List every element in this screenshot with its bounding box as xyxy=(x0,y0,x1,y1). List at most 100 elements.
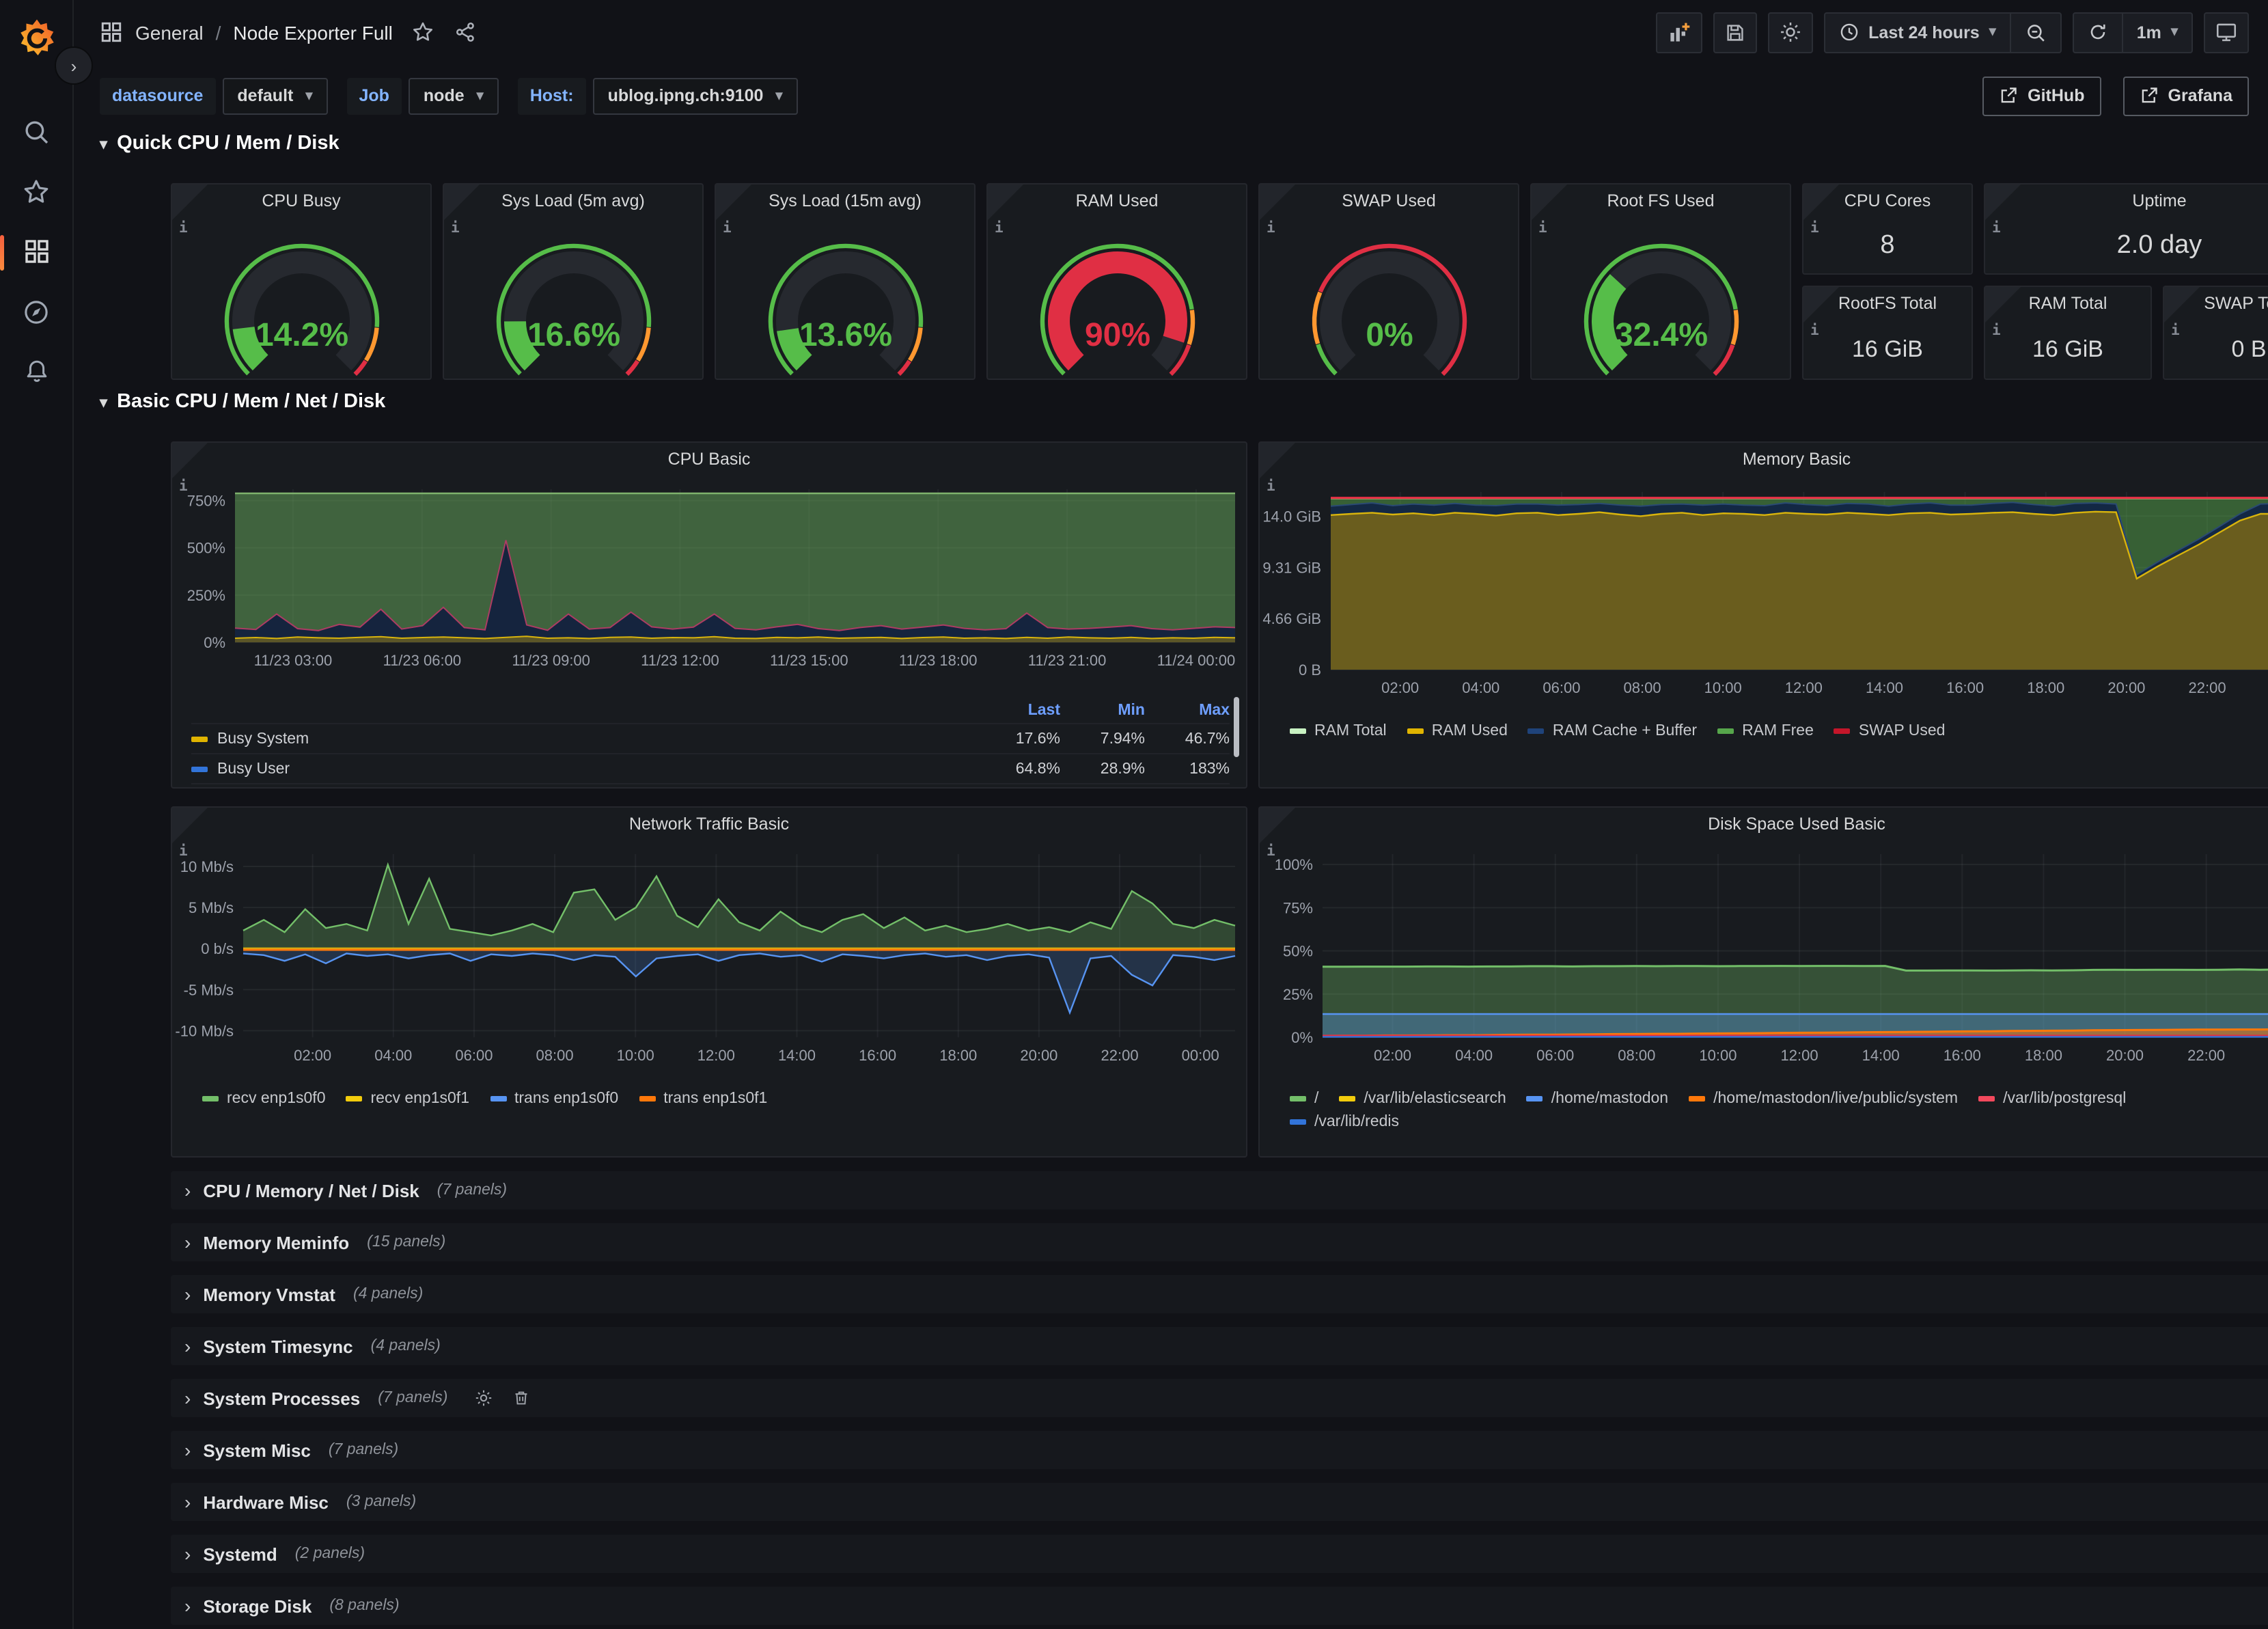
variable-value-dropdown[interactable]: node▾ xyxy=(409,77,499,114)
svg-text:08:00: 08:00 xyxy=(1618,1047,1655,1064)
github-link-button[interactable]: GitHub xyxy=(1982,76,2101,115)
legend-column-min[interactable]: Min xyxy=(1060,702,1145,718)
variable-value-dropdown[interactable]: default▾ xyxy=(222,77,327,114)
svg-text:25%: 25% xyxy=(1283,986,1313,1003)
chart-panel-disk-space-used-basic: iDisk Space Used Basic0%25%50%75%100%02:… xyxy=(1258,806,2268,1158)
breadcrumb-folder[interactable]: General xyxy=(135,21,204,43)
time-range-picker[interactable]: Last 24 hours ▾ xyxy=(1825,13,2010,51)
row-storage-disk[interactable]: ›Storage Disk(8 panels) xyxy=(171,1587,2268,1625)
panel-title[interactable]: RAM Used xyxy=(988,191,1246,210)
panel-title[interactable]: CPU Basic xyxy=(172,450,1246,469)
legend-series-name[interactable]: Busy User xyxy=(191,761,976,777)
svg-text:14:00: 14:00 xyxy=(778,1047,816,1064)
refresh-button[interactable] xyxy=(2074,13,2122,51)
sidebar-expand-button[interactable]: › xyxy=(55,46,93,85)
legend-item[interactable]: / xyxy=(1290,1091,1318,1107)
row-systemd[interactable]: ›Systemd(2 panels) xyxy=(171,1535,2268,1573)
legend-item[interactable]: /home/mastodon xyxy=(1527,1091,1668,1107)
panel-title[interactable]: Root FS Used xyxy=(1532,191,1790,210)
share-icon[interactable] xyxy=(454,20,478,44)
legend-item[interactable]: trans enp1s0f1 xyxy=(639,1091,767,1107)
row-system-misc[interactable]: ›System Misc(7 panels) xyxy=(171,1431,2268,1469)
panel-title[interactable]: SWAP Total xyxy=(2164,294,2268,313)
legend-item[interactable]: /var/lib/elasticsearch xyxy=(1339,1091,1506,1107)
chart-body: 0%25%50%75%100%02:0004:0006:0008:0010:00… xyxy=(1260,843,2268,1156)
panel-title[interactable]: RootFS Total xyxy=(1803,294,1972,313)
dashboard-settings-button[interactable] xyxy=(1767,12,1812,53)
panel-title[interactable]: CPU Cores xyxy=(1803,191,1972,210)
legend-item[interactable]: RAM Cache + Buffer xyxy=(1528,723,1697,739)
sidebar-item-search[interactable] xyxy=(0,101,72,161)
svg-text:11/23 03:00: 11/23 03:00 xyxy=(254,652,333,669)
svg-text:13.6%: 13.6% xyxy=(799,317,891,353)
stat-panel-rootfs-total: iRootFS Total16 GiB xyxy=(1802,286,1973,380)
row-memory-meminfo[interactable]: ›Memory Meminfo(15 panels) xyxy=(171,1223,2268,1261)
panel-title[interactable]: CPU Busy xyxy=(172,191,430,210)
refresh-icon xyxy=(2088,22,2108,42)
section-basic-cpu-mem-net-disk[interactable]: ▾ Basic CPU / Mem / Net / Disk xyxy=(100,391,385,413)
legend-item[interactable]: RAM Free xyxy=(1717,723,1814,739)
chart-panel-network-traffic-basic: iNetwork Traffic Basic-10 Mb/s-5 Mb/s0 b… xyxy=(171,806,1247,1158)
legend-item[interactable]: recv enp1s0f0 xyxy=(202,1091,326,1107)
legend-swatch xyxy=(1528,728,1545,734)
legend-value: 28.9% xyxy=(1060,761,1145,777)
sidebar-item-explore[interactable] xyxy=(0,282,72,342)
sidebar-item-alerting[interactable] xyxy=(0,342,72,402)
legend-column-max[interactable]: Max xyxy=(1145,702,1230,718)
legend-value: 183% xyxy=(1145,761,1230,777)
variable-current-value: node xyxy=(424,86,465,105)
row-system-timesync[interactable]: ›System Timesync(4 panels) xyxy=(171,1327,2268,1365)
legend-item[interactable]: /var/lib/postgresql xyxy=(1978,1091,2126,1107)
refresh-interval-picker[interactable]: 1m ▾ xyxy=(2122,13,2191,51)
row-delete-icon[interactable] xyxy=(512,1388,529,1408)
row-panel-count: (2 panels) xyxy=(295,1546,365,1562)
panel-title[interactable]: Disk Space Used Basic xyxy=(1260,814,2268,834)
tv-mode-button[interactable] xyxy=(2204,12,2249,53)
legend-item[interactable]: /home/mastodon/live/public/system xyxy=(1689,1091,1958,1107)
legend-column-last[interactable]: Last xyxy=(976,702,1060,718)
legend-item[interactable]: RAM Used xyxy=(1407,723,1508,739)
save-dashboard-button[interactable] xyxy=(1713,12,1756,53)
row-memory-vmstat[interactable]: ›Memory Vmstat(4 panels) xyxy=(171,1275,2268,1313)
sidebar-item-starred[interactable] xyxy=(0,161,72,221)
panel-title[interactable]: Sys Load (5m avg) xyxy=(444,191,702,210)
panel-title[interactable]: RAM Total xyxy=(1985,294,2151,313)
legend-series-name[interactable]: Busy System xyxy=(191,730,976,747)
row-panel-count: (4 panels) xyxy=(371,1338,441,1354)
legend-swatch xyxy=(1290,1096,1306,1101)
row-system-processes[interactable]: ›System Processes(7 panels) xyxy=(171,1379,2268,1417)
row-settings-icon[interactable] xyxy=(473,1388,493,1408)
svg-text:22:00: 22:00 xyxy=(2187,1047,2225,1064)
chart-panel-cpu-basic: iCPU Basic0%250%500%750%11/23 03:0011/23… xyxy=(171,441,1247,789)
panel-title[interactable]: Sys Load (15m avg) xyxy=(716,191,974,210)
svg-text:04:00: 04:00 xyxy=(1455,1047,1493,1064)
github-link-label: GitHub xyxy=(2028,86,2084,105)
zoom-out-button[interactable] xyxy=(2010,13,2060,51)
header-bar: General / Node Exporter Full xyxy=(72,0,2268,64)
grafana-link-button[interactable]: Grafana xyxy=(2123,76,2250,115)
legend-item[interactable]: recv enp1s0f1 xyxy=(346,1091,470,1107)
variable-label: datasource xyxy=(100,77,215,114)
legend-item[interactable]: /var/lib/redis xyxy=(1290,1114,1399,1130)
row-panel-count: (7 panels) xyxy=(378,1390,447,1406)
legend-item[interactable]: trans enp1s0f0 xyxy=(490,1091,618,1107)
row-hardware-misc[interactable]: ›Hardware Misc(3 panels) xyxy=(171,1483,2268,1521)
stat-value: 8 xyxy=(1803,231,1972,261)
section-quick-cpu-mem-disk[interactable]: ▾ Quick CPU / Mem / Disk xyxy=(100,133,340,154)
legend-scrollbar[interactable] xyxy=(1234,697,1239,757)
breadcrumb[interactable]: General / Node Exporter Full xyxy=(100,20,393,44)
stat-panel-swap-total: iSWAP Total0 B xyxy=(2163,286,2268,380)
svg-text:0%: 0% xyxy=(1365,317,1412,353)
row-cpu-memory-net-disk[interactable]: ›CPU / Memory / Net / Disk(7 panels) xyxy=(171,1171,2268,1209)
add-panel-button[interactable] xyxy=(1655,12,1702,53)
panel-title[interactable]: Network Traffic Basic xyxy=(172,814,1246,834)
sidebar-item-dashboards[interactable] xyxy=(0,221,72,282)
panel-title[interactable]: Uptime xyxy=(1985,191,2268,210)
legend-item[interactable]: SWAP Used xyxy=(1834,723,1946,739)
legend-item[interactable]: RAM Total xyxy=(1290,723,1387,739)
panel-title[interactable]: Memory Basic xyxy=(1260,450,2268,469)
stat-value: 16 GiB xyxy=(1985,336,2151,364)
star-dashboard-icon[interactable] xyxy=(412,20,435,44)
panel-title[interactable]: SWAP Used xyxy=(1260,191,1518,210)
variable-value-dropdown[interactable]: ublog.ipng.ch:9100▾ xyxy=(593,77,798,114)
